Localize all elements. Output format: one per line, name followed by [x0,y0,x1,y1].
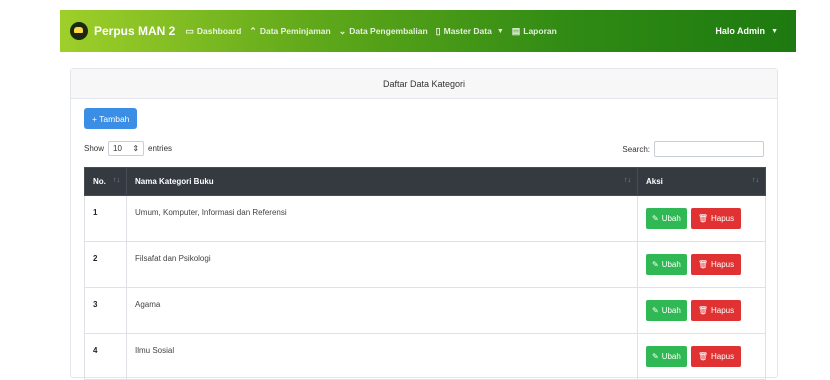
edit-button[interactable]: ✎ Ubah [646,346,687,367]
entries-select-value: 10 [113,144,122,153]
edit-button[interactable]: ✎ Ubah [646,300,687,321]
header-nama-label: Nama Kategori Buku [135,177,214,186]
table-row: 2 Filsafat dan Psikologi ✎ Ubah 🗑 Hapus [84,241,766,288]
category-name: Umum, Komputer, Informasi dan Referensi [126,195,638,242]
user-greeting: Halo Admin [715,26,766,36]
header-aksi[interactable]: Aksi ↑↓ [637,167,766,196]
row-actions: ✎ Ubah 🗑 Hapus [637,333,766,380]
header-no[interactable]: No. ↑↓ [84,167,127,196]
select-arrows-icon: ⇕ [132,144,140,153]
nav-data-pengembalian[interactable]: ⌄ Data Pengembalian [339,26,428,37]
trash-icon: 🗑 [697,214,708,223]
nav-laporan[interactable]: ▤ Laporan [512,26,557,37]
trash-icon: 🗑 [697,260,708,269]
nav-data-peminjaman[interactable]: ⌃ Data Peminjaman [249,26,330,37]
nav-laporan-label: Laporan [523,26,557,36]
delete-label: Hapus [710,260,735,269]
monitor-icon: ▭ [185,25,194,36]
header-aksi-label: Aksi [646,177,663,186]
edit-label: Ubah [661,214,681,223]
show-label: Show [84,144,105,153]
book-logo-icon [70,22,88,40]
search-label: Search: [622,144,650,154]
sort-icon: ↑↓ [113,177,120,184]
table-header-row: No. ↑↓ Nama Kategori Buku ↑↓ Aksi ↑↓ [84,167,766,196]
edit-label: Ubah [661,306,681,315]
edit-label: Ubah [661,260,681,269]
delete-label: Hapus [710,214,735,223]
delete-button[interactable]: 🗑 Hapus [690,208,742,229]
entries-length-control: Show 10 ⇕ entries [84,141,172,156]
category-name: Filsafat dan Psikologi [126,241,638,288]
category-name: Ilmu Sosial [126,333,638,380]
delete-button[interactable]: 🗑 Hapus [690,300,742,321]
card-title: Daftar Data Kategori [71,69,777,99]
nav-data-peminjaman-label: Data Peminjaman [259,26,331,36]
delete-label: Hapus [710,306,735,315]
table-row: 3 Agama ✎ Ubah 🗑 Hapus [84,287,766,334]
nav-data-pengembalian-label: Data Pengembalian [349,26,428,36]
entries-label: entries [148,144,173,153]
edit-icon: ✎ [652,352,659,361]
add-button[interactable]: + Tambah [84,108,138,129]
edit-icon: ✎ [652,306,659,315]
row-number: 4 [84,333,127,380]
delete-button[interactable]: 🗑 Hapus [690,254,742,275]
sort-icon: ↑↓ [752,177,759,184]
chevron-down-icon: ▼ [496,27,504,35]
brand[interactable]: Perpus MAN 2 [70,22,175,40]
row-number: 1 [84,195,127,242]
nav-dashboard-label: Dashboard [196,26,242,36]
header-no-label: No. [93,177,106,186]
edit-icon: ✎ [652,214,659,223]
delete-button[interactable]: 🗑 Hapus [690,346,742,367]
row-actions: ✎ Ubah 🗑 Hapus [637,241,766,288]
top-navbar: Perpus MAN 2 ▭ Dashboard ⌃ Data Peminjam… [60,10,796,52]
search-input[interactable] [654,141,764,157]
chevron-down-icon: ▼ [771,27,778,35]
file-icon: ▤ [511,25,521,36]
row-actions: ✎ Ubah 🗑 Hapus [637,287,766,334]
trash-icon: 🗑 [697,306,708,315]
category-name: Agama [126,287,638,334]
arrow-up-icon: ⌃ [249,25,257,36]
table-row: 1 Umum, Komputer, Informasi dan Referens… [84,195,766,242]
search-control: Search: [622,141,764,157]
nav-dashboard[interactable]: ▭ Dashboard [185,26,241,37]
row-number: 2 [84,241,127,288]
user-menu[interactable]: Halo Admin ▼ [715,26,786,36]
entries-select[interactable]: 10 ⇕ [108,141,145,156]
nav-master-data[interactable]: ▯ Master Data ▼ [436,26,504,37]
delete-label: Hapus [710,352,735,361]
nav-master-data-label: Master Data [443,26,492,36]
sort-icon: ↑↓ [624,177,631,184]
category-table: No. ↑↓ Nama Kategori Buku ↑↓ Aksi ↑↓ 1 U… [84,167,766,380]
edit-icon: ✎ [652,260,659,269]
edit-label: Ubah [661,352,681,361]
row-actions: ✎ Ubah 🗑 Hapus [637,195,766,242]
row-number: 3 [84,287,127,334]
table-row: 4 Ilmu Sosial ✎ Ubah 🗑 Hapus [84,333,766,380]
trash-icon: 🗑 [697,352,708,361]
folder-icon: ▯ [435,25,441,36]
header-nama[interactable]: Nama Kategori Buku ↑↓ [126,167,638,196]
brand-title: Perpus MAN 2 [94,24,176,38]
category-card: Daftar Data Kategori + Tambah Show 10 ⇕ … [70,68,778,380]
edit-button[interactable]: ✎ Ubah [646,254,687,275]
edit-button[interactable]: ✎ Ubah [646,208,687,229]
arrow-down-icon: ⌄ [338,25,347,36]
